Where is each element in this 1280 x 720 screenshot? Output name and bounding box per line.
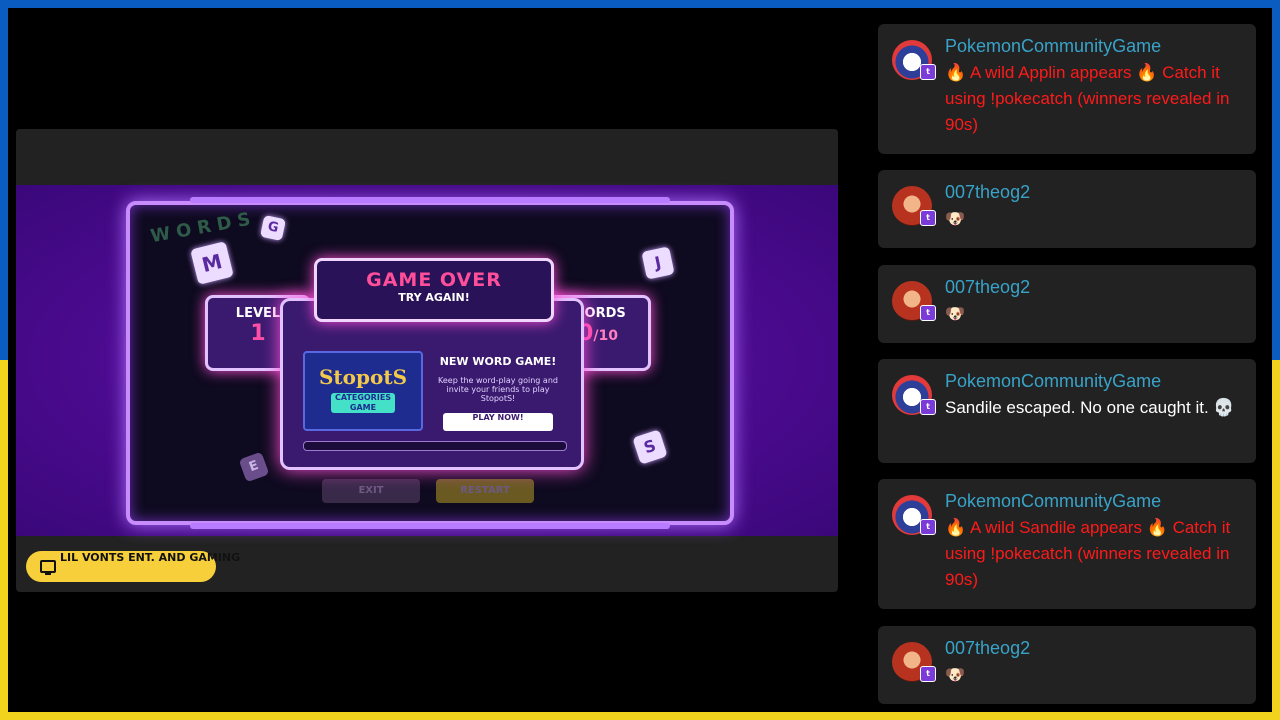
chat-text: 🔥 A wild Applin appears 🔥 Catch it using… [945,63,1230,134]
twitch-icon: t [920,519,936,535]
chat-text: Sandile escaped. No one caught it. 💀 [945,398,1235,417]
chat-username[interactable]: PokemonCommunityGame [945,36,1161,57]
chat-message: t 007theog2 🐶 [878,170,1256,248]
chat-message: t 007theog2 🐶 [878,626,1256,704]
twitch-icon: t [920,399,936,415]
frame-band-bottom [190,523,670,529]
exit-button[interactable]: EXIT [322,479,420,503]
chat-text: 🐶 [945,662,1245,689]
chat-username[interactable]: 007theog2 [945,277,1030,298]
chat-username[interactable]: PokemonCommunityGame [945,491,1161,512]
center-box: StopotS CATEGORIES GAME NEW WORD GAME! K… [280,298,584,470]
game-over-modal: LEVEL 1 WORDS 0/10 [205,175,651,371]
progress-bar [303,441,567,451]
play-now-button[interactable]: PLAY NOW! [443,413,553,431]
twitch-icon: t [920,305,936,321]
chat-text: 🔥 A wild Sandile appears 🔥 Catch it usin… [945,518,1231,589]
categories-tag: CATEGORIES GAME [331,393,395,413]
chat-username[interactable]: 007theog2 [945,638,1030,659]
chat-username[interactable]: 007theog2 [945,182,1030,203]
tv-icon [40,560,56,575]
chat-message: t PokemonCommunityGame 🔥 A wild Applin a… [878,24,1256,154]
promo-title: NEW WORD GAME! [439,355,557,368]
chat-message: t PokemonCommunityGame 🔥 A wild Sandile … [878,479,1256,609]
chat-message: t PokemonCommunityGame Sandile escaped. … [878,359,1256,463]
chat-message: t 007theog2 🐶 [878,265,1256,343]
twitch-icon: t [920,666,936,682]
stopots-logo: StopotS [318,365,408,389]
game-over-banner: GAME OVER TRY AGAIN! [314,258,554,322]
chat-text: 🐶 [945,301,1245,328]
doge-emote-icon: 🐶 [945,211,965,228]
twitch-icon: t [920,64,936,80]
doge-emote-icon: 🐶 [945,667,965,684]
chat-text: 🐶 [945,206,1245,233]
channel-badge[interactable]: LIL VONTS ENT. AND GAMING [26,551,240,582]
center-panel: StopotS CATEGORIES GAME NEW WORD GAME! K… [280,258,584,470]
promo-description: Keep the word-play going and invite your… [438,376,558,403]
restart-button[interactable]: RESTART [436,479,534,503]
twitch-icon: t [920,210,936,226]
game-over-title: GAME OVER [366,269,502,291]
chat-username[interactable]: PokemonCommunityGame [945,371,1161,392]
try-again-subtitle: TRY AGAIN! [398,291,470,304]
channel-name: LIL VONTS ENT. AND GAMING [60,551,241,564]
letter-tile-j: J [641,246,675,280]
doge-emote-icon: 🐶 [945,306,965,323]
words-total: /10 [593,328,618,344]
stopots-promo-image[interactable]: StopotS CATEGORIES GAME [303,351,423,431]
